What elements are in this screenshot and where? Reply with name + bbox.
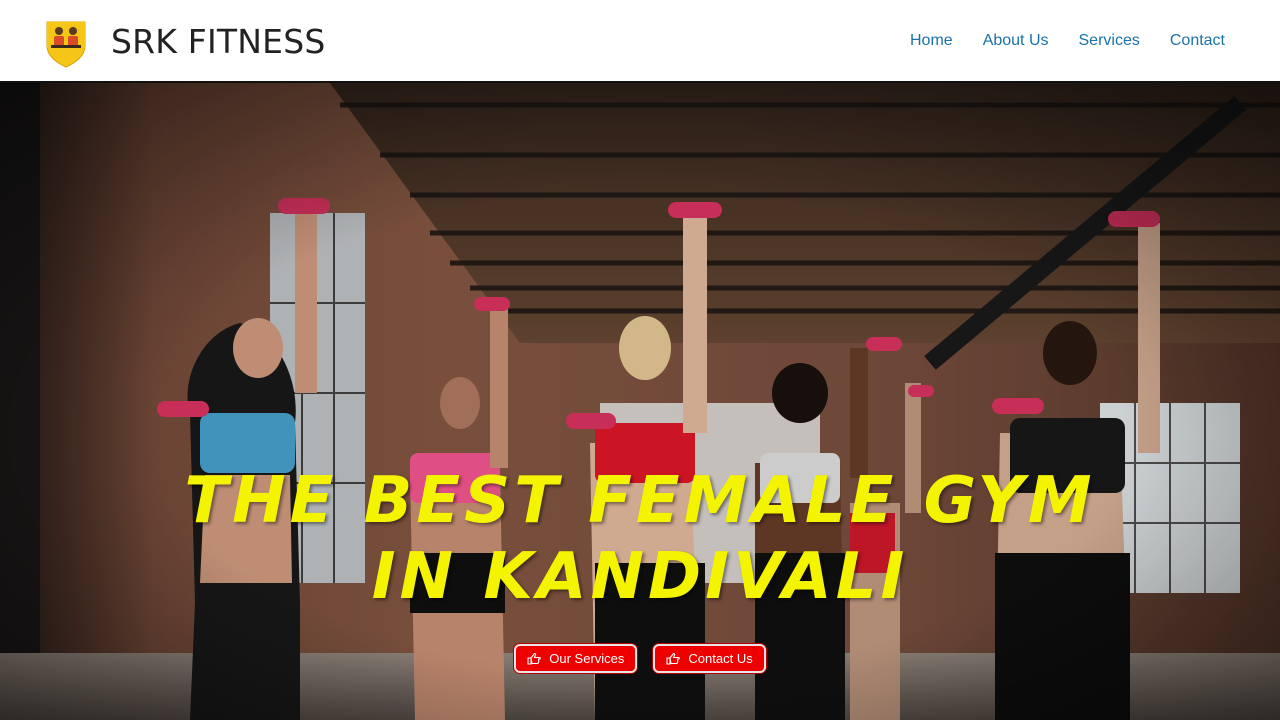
contact-us-label: Contact Us — [688, 651, 753, 666]
nav-about-us[interactable]: About Us — [983, 32, 1049, 50]
headline-line-2: IN KANDIVALI — [371, 540, 909, 614]
hero-headline: THE BEST FEMALE GYM IN KANDIVALI — [0, 463, 1280, 615]
hero-background-image — [0, 83, 1280, 720]
hand-pointing-icon — [527, 652, 542, 665]
our-services-button[interactable]: Our Services — [514, 644, 638, 673]
nav-contact[interactable]: Contact — [1170, 32, 1225, 50]
our-services-label: Our Services — [549, 651, 625, 666]
nav-home[interactable]: Home — [910, 32, 953, 50]
nav-services[interactable]: Services — [1079, 32, 1140, 50]
headline-line-1: THE BEST FEMALE GYM — [184, 464, 1096, 538]
hero-section: THE BEST FEMALE GYM IN KANDIVALI Our Ser… — [0, 83, 1280, 720]
site-header: SRK FITNESS Home About Us Services Conta… — [0, 0, 1280, 83]
hand-pointing-icon — [666, 652, 681, 665]
hero-buttons: Our Services Contact Us — [0, 644, 1280, 673]
main-nav: Home About Us Services Contact — [910, 32, 1225, 50]
contact-us-button[interactable]: Contact Us — [653, 644, 766, 673]
brand[interactable]: SRK FITNESS — [45, 18, 325, 68]
brand-name[interactable]: SRK FITNESS — [111, 22, 326, 61]
gym-shield-logo-icon — [46, 21, 86, 68]
